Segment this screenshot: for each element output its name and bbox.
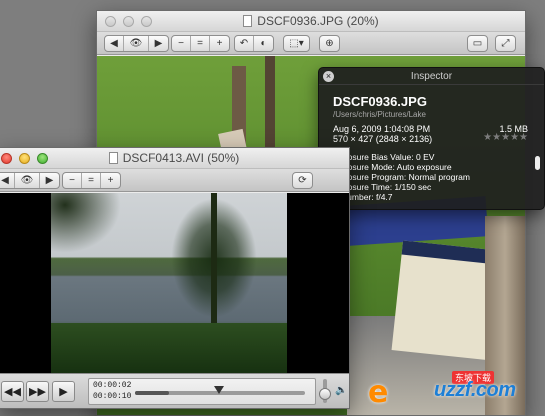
- video-area[interactable]: [0, 193, 349, 375]
- playhead[interactable]: [214, 386, 224, 394]
- exif-row: Exposure Mode: Auto exposure: [333, 162, 452, 172]
- timeline: 00:00:02 00:00:10: [88, 378, 316, 405]
- document-icon: [108, 152, 118, 164]
- video-toolbar: ◀ 👁 ▶ − = + ⟳: [0, 169, 349, 192]
- document-icon: [243, 15, 253, 27]
- current-time: 00:00:02: [93, 381, 132, 390]
- zoom-segment: − = +: [62, 172, 121, 189]
- watermark-logo: e: [368, 375, 389, 410]
- crop-icon[interactable]: ⬚▾: [284, 36, 309, 51]
- zoom-out-icon[interactable]: −: [172, 36, 191, 51]
- rewind-button[interactable]: ◀◀: [1, 381, 24, 402]
- zoom-in-icon[interactable]: +: [210, 36, 229, 51]
- inspector-dimensions: 570 × 427 (2848 × 2136): [333, 134, 433, 144]
- close-icon[interactable]: ×: [323, 71, 334, 82]
- prev-icon[interactable]: ◀: [105, 36, 124, 51]
- video-window: DSCF0413.AVI (50%) ◀ 👁 ▶ − = + ⟳ ◀◀ ▶▶ ▶…: [0, 147, 350, 409]
- sidebar-icon[interactable]: ▭: [468, 36, 487, 51]
- next-icon[interactable]: ▶: [149, 36, 168, 51]
- zoom-out-icon[interactable]: −: [63, 173, 82, 188]
- annotate-icon[interactable]: ◐: [254, 36, 273, 51]
- prev-icon[interactable]: ◀: [0, 173, 15, 188]
- rotate-icon[interactable]: ↶: [235, 36, 254, 51]
- exif-row: F-Number: f/4.7: [333, 192, 393, 202]
- playback-controls: ◀◀ ▶▶ ▶ 00:00:02 00:00:10 🔈: [0, 373, 349, 408]
- video-title-text: DSCF0413.AVI (50%): [122, 151, 240, 165]
- equal-icon[interactable]: =: [82, 173, 101, 188]
- inspector-titlebar: × Inspector: [319, 68, 544, 85]
- zoom-in-icon[interactable]: +: [101, 173, 120, 188]
- watermark: e 东坡下载 uzzf.com: [368, 371, 543, 413]
- eye-icon[interactable]: 👁: [15, 173, 40, 188]
- shore-vegetation: [51, 323, 287, 375]
- speaker-icon: 🔈: [335, 385, 348, 396]
- nav-segment: ◀ 👁 ▶: [104, 35, 169, 52]
- exif-row: Exposure Time: 1/150 sec: [333, 182, 432, 192]
- photo-titlebar: DSCF0936.JPG (20%): [97, 11, 525, 32]
- photo-title-text: DSCF0936.JPG (20%): [257, 14, 379, 28]
- inspector-scrollbar[interactable]: [535, 156, 540, 170]
- inspector-date: Aug 6, 2009 1:04:08 PM: [333, 124, 431, 134]
- loop-segment: ⟳: [292, 172, 313, 189]
- sidebar-segment: ▭: [467, 35, 488, 52]
- scrub-progress: [135, 391, 169, 395]
- loop-icon[interactable]: ⟳: [293, 173, 312, 188]
- edit-segment: ↶ ◐: [234, 35, 274, 52]
- next-icon[interactable]: ▶: [40, 173, 59, 188]
- inspector-title: Inspector: [410, 71, 453, 82]
- exif-row: Exposure Bias Value: 0 EV: [333, 152, 435, 162]
- inspector-properties: Exposure Bias Value: 0 EV Exposure Mode:…: [333, 152, 470, 202]
- rating-stars[interactable]: ★★★★★: [483, 132, 528, 143]
- video-window-title: DSCF0413.AVI (50%): [0, 151, 349, 165]
- total-time: 00:00:10: [93, 392, 132, 401]
- eye-icon[interactable]: 👁: [124, 36, 149, 51]
- foreground-leaves: [51, 193, 121, 253]
- watermark-text: uzzf.com: [434, 379, 516, 401]
- video-titlebar: DSCF0413.AVI (50%): [0, 148, 349, 169]
- video-frame: [51, 193, 287, 375]
- photo-toolbar: ◀ 👁 ▶ − = + ↶ ◐ ⬚▾ ⊕ ▭ ⤢: [97, 32, 525, 55]
- photo-window-title: DSCF0936.JPG (20%): [97, 14, 525, 28]
- share-segment: ⊕: [319, 35, 340, 52]
- globe-icon[interactable]: ⊕: [320, 36, 339, 51]
- inspector-filename: DSCF0936.JPG: [333, 94, 427, 109]
- exif-row: Exposure Program: Normal program: [333, 172, 470, 182]
- zoom-segment: − = +: [171, 35, 230, 52]
- volume-knob[interactable]: [319, 388, 331, 400]
- fast-forward-button[interactable]: ▶▶: [26, 381, 49, 402]
- equal-icon[interactable]: =: [191, 36, 210, 51]
- inspector-path: /Users/chris/Pictures/Lake: [333, 110, 426, 119]
- crop-segment: ⬚▾: [283, 35, 310, 52]
- fullscreen-segment: ⤢: [495, 35, 516, 52]
- fullscreen-icon[interactable]: ⤢: [496, 36, 515, 51]
- inspector-panel: × Inspector DSCF0936.JPG /Users/chris/Pi…: [318, 67, 545, 210]
- play-button[interactable]: ▶: [52, 381, 75, 402]
- nav-segment: ◀ 👁 ▶: [0, 172, 60, 189]
- tree-trunk: [265, 56, 275, 151]
